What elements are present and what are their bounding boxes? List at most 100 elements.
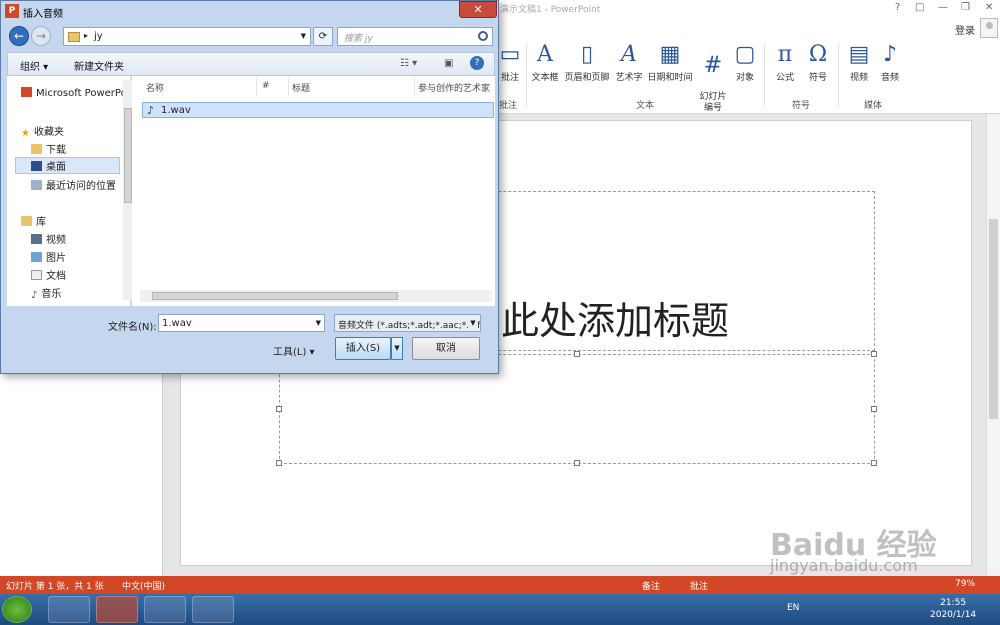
dialog-titlebar[interactable]: P 插入音频 ✕ xyxy=(1,1,498,21)
header-footer-button[interactable]: ▯ 页眉和页脚 xyxy=(562,42,612,83)
video-button[interactable]: ▤ 视频 xyxy=(845,42,873,83)
nav-item-downloads[interactable]: 下载 xyxy=(31,141,135,156)
address-bar[interactable]: ▸ jy ▼ xyxy=(63,27,311,46)
scrollbar-thumb[interactable] xyxy=(124,108,132,203)
horizontal-scrollbar[interactable] xyxy=(140,290,492,302)
resize-handle[interactable] xyxy=(276,460,282,466)
slide-number-button[interactable]: # 幻灯片 编号 xyxy=(696,42,730,114)
minimize-icon[interactable]: — xyxy=(938,2,948,13)
help-icon[interactable]: ? xyxy=(470,56,484,70)
download-folder-icon xyxy=(31,144,42,154)
signin-link[interactable]: 登录 xyxy=(955,22,975,37)
nav-item-desktop[interactable]: 桌面 xyxy=(15,157,120,174)
insert-button[interactable]: 插入(S) xyxy=(335,337,391,360)
nav-item-music[interactable]: ♪ 音乐 xyxy=(31,285,135,300)
nav-item-videos[interactable]: 视频 xyxy=(31,231,135,246)
column-header-number[interactable]: # xyxy=(262,81,270,91)
document-library-icon xyxy=(31,270,42,280)
picture-library-icon xyxy=(31,252,42,262)
ribbon-separator xyxy=(764,44,765,106)
start-button[interactable] xyxy=(2,596,32,623)
symbol-button[interactable]: Ω 符号 xyxy=(804,42,832,83)
filename-value[interactable]: 1.wav xyxy=(162,318,192,329)
star-icon: ★ xyxy=(21,128,30,138)
close-icon[interactable]: ✕ xyxy=(459,1,497,18)
file-name[interactable]: 1.wav xyxy=(161,105,191,116)
tools-dropdown[interactable]: 工具(L) ▾ xyxy=(273,343,315,358)
search-icon[interactable] xyxy=(478,31,488,41)
speaker-icon: ♪ xyxy=(882,42,898,67)
nav-item-powerpoint[interactable]: Microsoft PowerPoint xyxy=(21,87,125,99)
restore-icon[interactable]: ❐ xyxy=(961,2,970,13)
chevron-right-icon[interactable]: ▸ xyxy=(84,31,88,40)
resize-handle[interactable] xyxy=(574,460,580,466)
column-separator[interactable] xyxy=(288,78,289,96)
scrollbar-thumb[interactable] xyxy=(989,219,998,419)
notes-toggle[interactable]: 备注 xyxy=(642,579,660,592)
preview-pane-icon[interactable]: ▣ xyxy=(444,58,453,69)
powerpoint-taskbar-icon[interactable] xyxy=(96,596,138,623)
nav-item-favorites[interactable]: ★ 收藏夹 xyxy=(21,123,125,138)
comments-toggle[interactable]: 批注 xyxy=(690,579,708,592)
watermark-url: jingyan.baidu.com xyxy=(770,556,918,575)
file-row[interactable]: ♪ 1.wav xyxy=(142,102,494,118)
resize-handle[interactable] xyxy=(871,406,877,412)
nav-item-libraries[interactable]: 库 xyxy=(21,213,125,228)
column-header-name[interactable]: 名称 xyxy=(146,81,164,94)
cancel-button[interactable]: 取消 xyxy=(412,337,480,360)
chrome-taskbar-icon[interactable] xyxy=(48,596,90,623)
desktop-icon xyxy=(31,161,42,171)
column-header-artists[interactable]: 参与创作的艺术家 xyxy=(418,81,490,94)
wordart-button[interactable]: A 艺术字 xyxy=(613,42,645,83)
resize-handle[interactable] xyxy=(871,351,877,357)
date-time-button[interactable]: ▦ 日期和时间 xyxy=(646,42,694,83)
refresh-icon[interactable]: ⟳ xyxy=(313,27,333,46)
help-icon[interactable]: ? xyxy=(895,2,900,13)
resize-handle[interactable] xyxy=(871,460,877,466)
library-icon xyxy=(21,216,32,226)
ribbon-display-icon[interactable]: □ xyxy=(915,2,924,13)
language-indicator[interactable]: 中文(中国) xyxy=(122,579,165,592)
audio-button[interactable]: ♪ 音频 xyxy=(876,42,904,83)
equation-button[interactable]: π 公式 xyxy=(771,42,799,83)
system-clock[interactable]: 21:55 2020/1/14 xyxy=(930,597,976,621)
chevron-down-icon[interactable]: ▼ xyxy=(316,319,321,327)
filename-input[interactable]: 1.wav ▼ xyxy=(158,314,325,332)
address-path[interactable]: jy xyxy=(94,31,103,42)
comment-button[interactable]: ▭ 批注 xyxy=(497,42,523,83)
view-options-icon[interactable]: ☷ ▾ xyxy=(400,58,417,69)
file-type-value[interactable]: 音频文件 (*.adts;*.adt;*.aac;*.aif xyxy=(338,318,480,331)
ppt-window-title: 演示文稿1 - PowerPoint xyxy=(500,5,601,15)
explorer-taskbar-icon[interactable] xyxy=(192,596,234,623)
chevron-down-icon[interactable]: ▼ xyxy=(301,32,306,40)
group-label-comments: 批注 xyxy=(499,101,518,111)
nav-item-recent[interactable]: 最近访问的位置 xyxy=(31,177,135,192)
close-icon[interactable]: ✕ xyxy=(985,2,993,13)
column-header-title[interactable]: 标题 xyxy=(292,81,310,94)
resize-handle[interactable] xyxy=(574,351,580,357)
forward-arrow-icon[interactable]: → xyxy=(31,26,51,46)
file-type-select[interactable]: 音频文件 (*.adts;*.adt;*.aac;*.aif ▼ xyxy=(334,314,481,332)
object-button[interactable]: ▢ 对象 xyxy=(731,42,759,83)
chevron-down-icon[interactable]: ▼ xyxy=(468,317,478,330)
back-arrow-icon[interactable]: ← xyxy=(9,26,29,46)
zoom-level[interactable]: 79% xyxy=(955,579,975,589)
organize-button[interactable]: 组织 ▾ xyxy=(20,58,48,73)
resize-handle[interactable] xyxy=(276,406,282,412)
insert-dropdown-arrow[interactable]: ▼ xyxy=(391,337,403,360)
nav-item-pictures[interactable]: 图片 xyxy=(31,249,135,264)
new-folder-button[interactable]: 新建文件夹 xyxy=(74,58,124,73)
column-separator[interactable] xyxy=(256,78,257,96)
search-box[interactable]: 搜索 jy xyxy=(337,27,493,46)
scrollbar-thumb[interactable] xyxy=(152,292,398,300)
nav-item-documents[interactable]: 文档 xyxy=(31,267,135,282)
vertical-scrollbar[interactable] xyxy=(986,114,1000,576)
search-placeholder[interactable]: 搜索 jy xyxy=(344,31,373,44)
video-library-icon xyxy=(31,234,42,244)
column-separator[interactable] xyxy=(414,78,415,96)
textbox-button[interactable]: A 文本框 xyxy=(529,42,561,83)
avatar-icon[interactable] xyxy=(980,18,998,38)
input-language[interactable]: EN xyxy=(787,603,799,613)
folder-icon xyxy=(68,32,80,42)
browser-taskbar-icon[interactable] xyxy=(144,596,186,623)
